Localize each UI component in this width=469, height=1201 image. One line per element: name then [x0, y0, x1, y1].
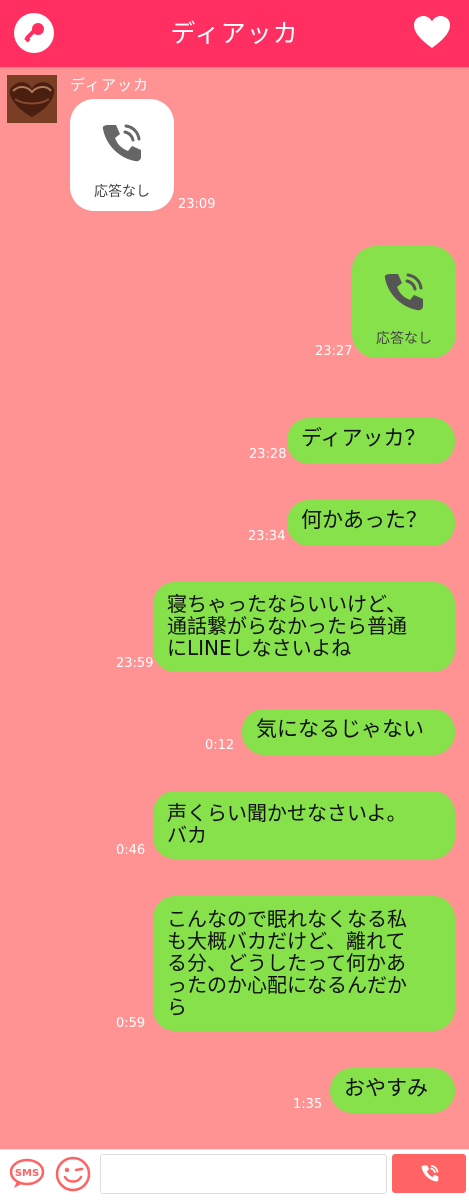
sender-name: ディアッカ	[70, 76, 149, 94]
phone-icon	[102, 124, 141, 162]
sms-label: SMS	[15, 1168, 39, 1179]
missed-call-bubble[interactable]: 応答なし	[352, 246, 456, 358]
message-time: 23:28	[249, 447, 287, 462]
message-bubble[interactable]: こんなので眠れなくなる私 も大概バカだけど、離れて る分、どうしたって何かあ っ…	[153, 896, 455, 1031]
message-time: 0:46	[116, 843, 146, 858]
call-button[interactable]	[392, 1154, 466, 1193]
heart-icon[interactable]	[413, 15, 451, 51]
app-header: ディアッカ	[0, 0, 469, 67]
phone-icon	[421, 1165, 439, 1182]
message-time: 0:12	[205, 738, 235, 753]
avatar[interactable]	[7, 75, 57, 123]
phone-icon	[384, 273, 423, 311]
smile-icon[interactable]	[54, 1155, 92, 1193]
input-bar: SMS	[0, 1149, 469, 1201]
call-status: 応答なし	[376, 331, 432, 347]
sms-button[interactable]: SMS	[9, 1158, 45, 1190]
call-status: 応答なし	[94, 184, 150, 200]
message-bubble[interactable]: 寝ちゃったならいいけど、 通話繋がらなかったら普通 にLINEしなさいよね	[153, 582, 455, 672]
message-bubble[interactable]: 声くらい聞かせなさいよ。 バカ	[153, 791, 455, 859]
message-time: 23:34	[248, 529, 286, 544]
message-bubble[interactable]: おやすみ	[330, 1068, 455, 1113]
message-time: 1:35	[293, 1097, 323, 1112]
message-time: 0:59	[116, 1016, 146, 1031]
message-time: 23:09	[178, 197, 216, 212]
missed-call-bubble[interactable]: 応答なし	[70, 99, 174, 211]
message-time: 23:59	[116, 656, 154, 671]
message-input[interactable]	[100, 1154, 387, 1194]
message-time: 23:27	[315, 344, 353, 359]
message-bubble[interactable]: 気になるじゃない	[242, 709, 455, 755]
message-bubble[interactable]: 何かあった？	[287, 500, 455, 546]
page-title: ディアッカ	[170, 19, 299, 48]
message-bubble[interactable]: ディアッカ？	[287, 418, 455, 464]
